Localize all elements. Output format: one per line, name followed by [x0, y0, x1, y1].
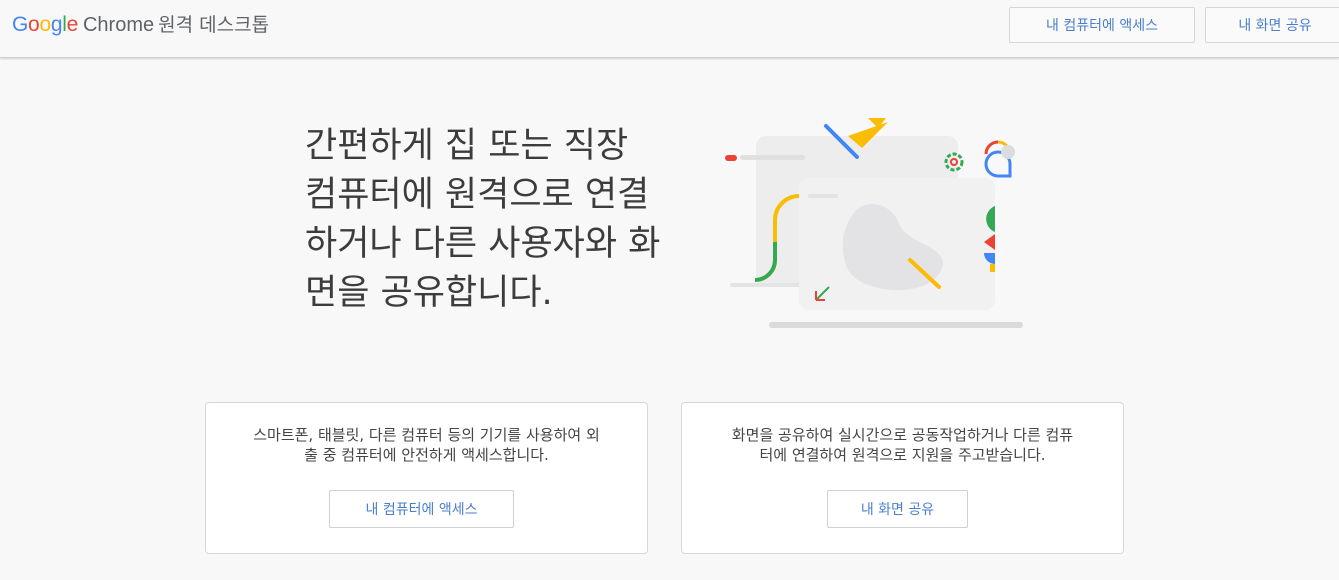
description-line: 스마트폰, 태블릿, 다른 컴퓨터 등의 기기를 사용하여 외: [253, 426, 600, 444]
app-logo[interactable]: Google Chrome 원격 데스크톱: [12, 10, 269, 39]
top-bar: Google Chrome 원격 데스크톱 내 컴퓨터에 액세스 내 화면 공유: [0, 0, 1339, 58]
access-card: 스마트폰, 태블릿, 다른 컴퓨터 등의 기기를 사용하여 외 출 중 컴퓨터에…: [205, 402, 648, 554]
hero-headline: 간편하게 집 또는 직장 컴퓨터에 원격으로 연결 하거나 다른 사용자와 화 …: [305, 122, 705, 318]
hero-illustration: [725, 118, 1023, 328]
headline-line: 컴퓨터에 원격으로 연결: [305, 175, 650, 215]
description-line: 화면을 공유하여 실시간으로 공동작업하거나 다른 컴퓨: [731, 426, 1074, 444]
share-card: 화면을 공유하여 실시간으로 공동작업하거나 다른 컴퓨 터에 연결하여 원격으…: [681, 402, 1124, 554]
product-name: 원격 데스크톱: [158, 14, 270, 36]
share-my-screen-button[interactable]: 내 화면 공유: [1205, 7, 1339, 43]
description-line: 터에 연결하여 원격으로 지원을 주고받습니다.: [759, 446, 1046, 464]
access-card-button[interactable]: 내 컴퓨터에 액세스: [329, 490, 514, 528]
access-card-description: 스마트폰, 태블릿, 다른 컴퓨터 등의 기기를 사용하여 외 출 중 컴퓨터에…: [226, 425, 627, 465]
headline-line: 간편하게 집 또는 직장: [305, 126, 629, 166]
share-card-button[interactable]: 내 화면 공유: [827, 490, 968, 528]
headline-line: 면을 공유합니다.: [305, 273, 553, 313]
google-wordmark: Google: [12, 13, 78, 36]
access-my-computer-button[interactable]: 내 컴퓨터에 액세스: [1009, 7, 1195, 43]
chrome-wordmark: Chrome: [82, 14, 155, 36]
description-line: 출 중 컴퓨터에 안전하게 액세스합니다.: [304, 446, 549, 464]
headline-line: 하거나 다른 사용자와 화: [305, 224, 661, 264]
share-card-description: 화면을 공유하여 실시간으로 공동작업하거나 다른 컴퓨 터에 연결하여 원격으…: [702, 425, 1103, 465]
